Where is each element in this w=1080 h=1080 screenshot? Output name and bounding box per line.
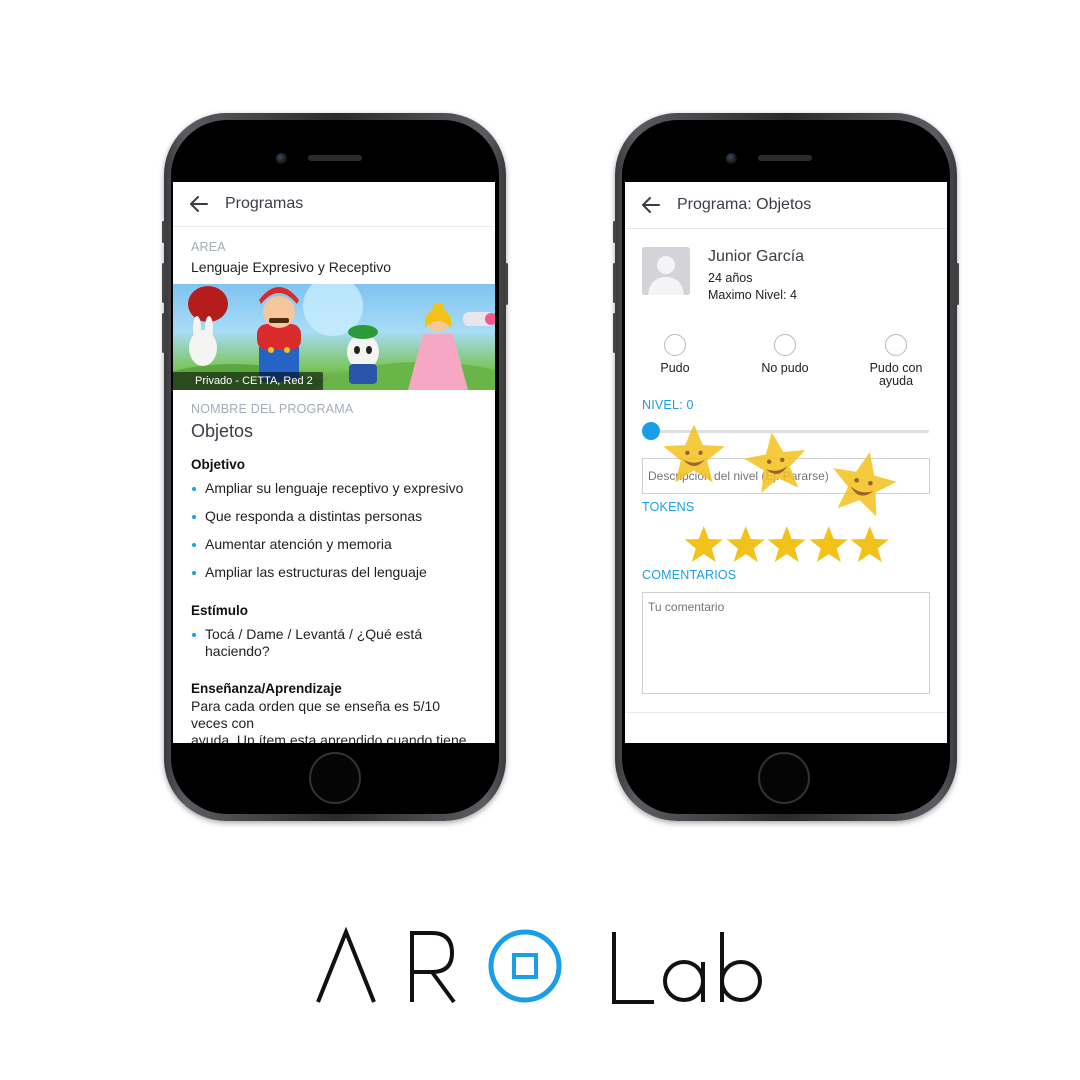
star-icon[interactable]: [766, 524, 808, 564]
radio-option-pudo[interactable]: Pudo: [625, 334, 730, 375]
arrow-left-icon: [642, 197, 660, 213]
page-title: Programas: [225, 195, 304, 212]
user-placeholder-icon: [642, 247, 690, 295]
level-slider-thumb[interactable]: [642, 422, 660, 440]
patient-name: Junior García: [708, 248, 805, 265]
area-value: Lenguaje Expresivo y Receptivo: [191, 259, 392, 275]
page-title: Programa: Objetos: [677, 196, 812, 213]
tokens-label: TOKENS: [642, 500, 695, 514]
tokens-row: [683, 524, 891, 564]
front-camera: [726, 153, 737, 164]
list-item: Ampliar las estructuras del lenguaje: [191, 564, 481, 581]
volume-up-button: [162, 263, 165, 303]
arrow-left-icon: [190, 196, 208, 212]
programa-detalle-screen: Programa: Objetos Junior García 24 años …: [625, 182, 947, 743]
front-camera: [276, 153, 287, 164]
back-button[interactable]: [625, 183, 677, 228]
list-item: Que responda a distintas personas: [191, 508, 481, 525]
radio-button[interactable]: [885, 334, 907, 356]
app-bar: Programas: [173, 182, 495, 227]
banner-caption: Privado - CETTA, Red 2: [173, 372, 323, 390]
list-item: Aumentar atención y memoria: [191, 536, 481, 553]
objetivo-heading: Objetivo: [191, 457, 246, 472]
earpiece-speaker: [758, 155, 812, 161]
area-label: AREA: [191, 240, 226, 254]
avatar: [642, 247, 690, 295]
comment-textarea[interactable]: [642, 592, 930, 694]
volume-down-button: [162, 313, 165, 353]
ar-lab-wordmark: [316, 926, 762, 1004]
app-bar: Programa: Objetos: [625, 182, 947, 229]
back-button[interactable]: [173, 182, 225, 227]
ar-lab-logo: [0, 920, 1080, 1010]
program-name-label: NOMBRE DEL PROGRAMA: [191, 402, 354, 416]
patient-max-level: Maximo Nivel: 4: [708, 288, 797, 302]
estimulo-heading: Estímulo: [191, 603, 249, 618]
ensenanza-line: veces con: [191, 715, 255, 731]
comments-label: COMENTARIOS: [642, 568, 737, 582]
smiling-star-sticker: [663, 424, 725, 483]
program-banner-image: Privado - CETTA, Red 2: [173, 284, 495, 390]
program-name: Objetos: [191, 421, 254, 441]
list-item: Tocá / Dame / Levantá / ¿Qué está hacien…: [191, 626, 441, 660]
programas-screen: Programas AREA Lenguaje Expresivo y Rece…: [173, 182, 495, 743]
ensenanza-heading: Enseñanza/Aprendizaje: [191, 681, 342, 696]
earpiece-speaker: [308, 155, 362, 161]
power-button: [956, 263, 959, 305]
left-phone: Programas AREA Lenguaje Expresivo y Rece…: [162, 113, 508, 821]
objetivo-list: Ampliar su lenguaje receptivo y expresiv…: [191, 480, 481, 581]
radio-option-pudo-con-ayuda[interactable]: Pudo con ayuda: [841, 334, 947, 388]
ensenanza-line: Para cada orden que se enseña es 5/10: [191, 698, 441, 714]
star-icon[interactable]: [849, 524, 891, 564]
right-phone: Programa: Objetos Junior García 24 años …: [613, 113, 959, 821]
home-button[interactable]: [309, 752, 361, 804]
radio-label: Pudo: [660, 361, 690, 375]
radio-label: No pudo: [761, 361, 809, 375]
volume-down-button: [613, 313, 616, 353]
radio-button[interactable]: [664, 334, 686, 356]
mute-switch: [613, 221, 616, 243]
star-icon[interactable]: [683, 524, 725, 564]
mute-switch: [162, 221, 165, 243]
patient-age: 24 años: [708, 271, 753, 285]
star-icon[interactable]: [725, 524, 767, 564]
list-item: Ampliar su lenguaje receptivo y expresiv…: [191, 480, 481, 497]
divider: [625, 712, 947, 713]
volume-up-button: [613, 263, 616, 303]
home-button[interactable]: [758, 752, 810, 804]
star-icon[interactable]: [808, 524, 850, 564]
smiling-star-sticker: [832, 452, 897, 517]
smiling-star-sticker: [744, 432, 806, 493]
ensenanza-line: ayuda. Un ítem esta aprendido cuando tie…: [191, 732, 467, 743]
radio-label: Pudo con ayuda: [869, 361, 923, 388]
ensenanza-text: Para cada orden que se enseña es 5/10 ve…: [191, 698, 481, 743]
radio-option-no-pudo[interactable]: No pudo: [730, 334, 840, 375]
power-button: [505, 263, 508, 305]
estimulo-list: Tocá / Dame / Levantá / ¿Qué está hacien…: [191, 626, 441, 660]
radio-button[interactable]: [774, 334, 796, 356]
level-label: NIVEL: 0: [642, 398, 694, 412]
